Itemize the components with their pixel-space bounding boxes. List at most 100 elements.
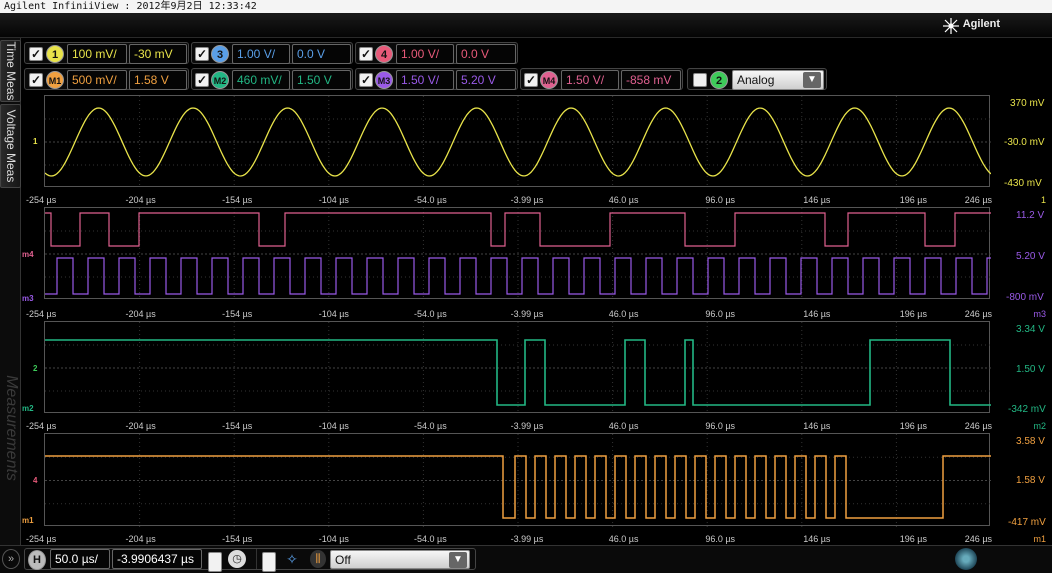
trigger-mode-value: Off: [335, 553, 351, 567]
channel-1-offset[interactable]: -30 mV: [129, 44, 187, 64]
math-1-offset[interactable]: 1.58 V: [129, 70, 187, 90]
math-3-badge[interactable]: M3: [375, 71, 393, 89]
time-tick-label: -3.99 µs: [510, 195, 544, 205]
channel-4-offset[interactable]: 0.0 V: [456, 44, 516, 64]
time-tick-label: 146 µs: [803, 195, 831, 205]
channel-1-group: ✓ 1 100 mV/ -30 mV: [24, 42, 189, 64]
time-tick-label: -54.0 µs: [414, 534, 447, 544]
channel-2-badge[interactable]: 2: [710, 71, 728, 89]
time-tick-label: 246 µs: [964, 309, 992, 319]
time-tick-label: 246 µs: [964, 534, 992, 544]
panel-1-mid-scale: -30.0 mV: [1004, 137, 1045, 148]
panel-4-m1-marker[interactable]: m1: [22, 516, 34, 525]
panel-1-bottom-scale: -430 mV: [1004, 178, 1042, 189]
panel-2-top-scale: 11.2 V: [1016, 210, 1045, 221]
watermark-logo-icon: [955, 548, 977, 570]
trigger-checkbox[interactable]: [262, 552, 276, 572]
panel-3-mid-scale: 1.50 V: [1016, 364, 1045, 375]
time-tick-label: 196 µs: [899, 309, 927, 319]
waveform-panel-1[interactable]: [44, 95, 991, 188]
math-1-scale[interactable]: 500 mV/: [67, 70, 127, 90]
waveform-panel-3[interactable]: [44, 321, 991, 414]
time-tick-label: -104 µs: [318, 534, 349, 544]
chevron-down-icon[interactable]: ▼: [449, 552, 467, 568]
panel-3-ch2-marker[interactable]: 2: [33, 364, 37, 373]
math-2-group: ✓ M2 460 mV/ 1.50 V: [191, 68, 353, 90]
channel-4-checkbox[interactable]: ✓: [359, 47, 373, 61]
horizontal-position[interactable]: -3.9906437 µs: [112, 549, 202, 569]
math-2-scale[interactable]: 460 mV/: [232, 70, 290, 90]
math-3-scale[interactable]: 1.50 V/: [396, 70, 454, 90]
math-4-waveform: [45, 212, 991, 247]
time-tick-label: 46.0 µs: [608, 309, 639, 319]
panel-3-top-scale: 3.34 V: [1016, 324, 1045, 335]
reference-clock-icon[interactable]: ◷: [228, 550, 246, 568]
channel-3-checkbox[interactable]: ✓: [195, 47, 209, 61]
cursor-crosshair-icon[interactable]: ✧: [282, 549, 302, 569]
panel-3-m2-marker[interactable]: m2: [22, 404, 34, 413]
math-2-checkbox[interactable]: ✓: [195, 73, 209, 87]
math-4-badge[interactable]: M4: [540, 71, 558, 89]
math-1-badge[interactable]: M1: [46, 71, 64, 89]
math-2-badge[interactable]: M2: [211, 71, 229, 89]
time-tick-label: -3.99 µs: [510, 421, 544, 431]
math-4-checkbox[interactable]: ✓: [524, 73, 538, 87]
tab-voltage-meas-label: Voltage Meas: [3, 109, 18, 183]
channel-1-badge[interactable]: 1: [46, 45, 64, 63]
panel-1-ground-marker[interactable]: 1: [33, 137, 37, 146]
panel-2-m3-marker[interactable]: m3: [22, 294, 34, 303]
math-2-offset[interactable]: 1.50 V: [292, 70, 351, 90]
panel-3-bottom-scale: -342 mV: [1008, 404, 1046, 415]
tab-time-meas-label: Time Meas: [3, 41, 18, 101]
math-1-checkbox[interactable]: ✓: [29, 73, 43, 87]
panel-4-top-scale: 3.58 V: [1016, 436, 1045, 447]
analog-group: 2 Analog ▼: [687, 68, 827, 90]
time-tick-label: 96.0 µs: [705, 309, 736, 319]
waveform-panel-2[interactable]: [44, 207, 991, 300]
expand-chevron-icon[interactable]: »: [2, 549, 20, 569]
time-tick-label: -154 µs: [222, 195, 253, 205]
time-axis-3-tag: m2: [1033, 421, 1046, 431]
waveform-panel-4[interactable]: [44, 433, 991, 527]
math-3-offset[interactable]: 5.20 V: [456, 70, 516, 90]
time-tick-label: 196 µs: [899, 421, 927, 431]
horizontal-checkbox[interactable]: [208, 552, 222, 572]
panel-2-mid-scale: 5.20 V: [1016, 251, 1045, 262]
channel-3-badge[interactable]: 3: [211, 45, 229, 63]
channel-3-offset[interactable]: 0.0 V: [292, 44, 351, 64]
channel-1-checkbox[interactable]: ✓: [29, 47, 43, 61]
panel-4-svg: [45, 434, 991, 527]
tab-measurements[interactable]: Measurements: [0, 358, 21, 498]
agilent-spark-logo: [943, 18, 959, 34]
panel-4-grid: [45, 434, 991, 527]
analog-mode-value: Analog: [737, 73, 775, 87]
math-3-checkbox[interactable]: ✓: [359, 73, 373, 87]
channel-4-scale[interactable]: 1.00 V/: [396, 44, 454, 64]
analog-mode-select[interactable]: Analog ▼: [732, 70, 824, 90]
channel-4-badge[interactable]: 4: [375, 45, 393, 63]
channel-3-scale[interactable]: 1.00 V/: [232, 44, 290, 64]
trigger-icon[interactable]: ⫼: [310, 550, 326, 568]
time-axis-2: m3 -254 µs -204 µs -154 µs -104 µs -54.0 µs -…: [24, 309, 1052, 321]
horizontal-badge[interactable]: H: [28, 550, 46, 570]
panel-2-m4-marker[interactable]: m4: [22, 250, 34, 259]
math-row: ✓ M1 500 mV/ 1.58 V ✓ M2 460 mV/ 1.50 V …: [24, 68, 834, 90]
tab-time-meas[interactable]: Time Meas: [0, 40, 21, 102]
time-tick-label: -204 µs: [125, 534, 156, 544]
tab-voltage-meas[interactable]: Voltage Meas: [0, 104, 21, 188]
channel-1-scale[interactable]: 100 mV/: [67, 44, 127, 64]
analog-checkbox[interactable]: [693, 73, 707, 87]
time-axis-1: 1 -254 µs -204 µs -154 µs -104 µs -54.0 µs -3…: [24, 195, 1052, 207]
trigger-mode-select[interactable]: Off ▼: [330, 550, 470, 569]
time-tick-label: -154 µs: [222, 421, 253, 431]
time-tick-label: -254 µs: [26, 195, 57, 205]
time-tick-label: -254 µs: [26, 421, 57, 431]
chevron-down-icon[interactable]: ▼: [803, 72, 821, 88]
bottom-toolbar: » H 50.0 µs/ -3.9906437 µs ◷ ✧ ⫼ Off ▼: [0, 545, 1052, 573]
horizontal-scale[interactable]: 50.0 µs/: [50, 549, 110, 569]
math-1-group: ✓ M1 500 mV/ 1.58 V: [24, 68, 189, 90]
time-tick-label: -154 µs: [222, 309, 253, 319]
math-4-offset[interactable]: -858 mV: [621, 70, 681, 90]
math-4-scale[interactable]: 1.50 V/: [561, 70, 619, 90]
panel-4-ch4-marker[interactable]: 4: [33, 476, 37, 485]
